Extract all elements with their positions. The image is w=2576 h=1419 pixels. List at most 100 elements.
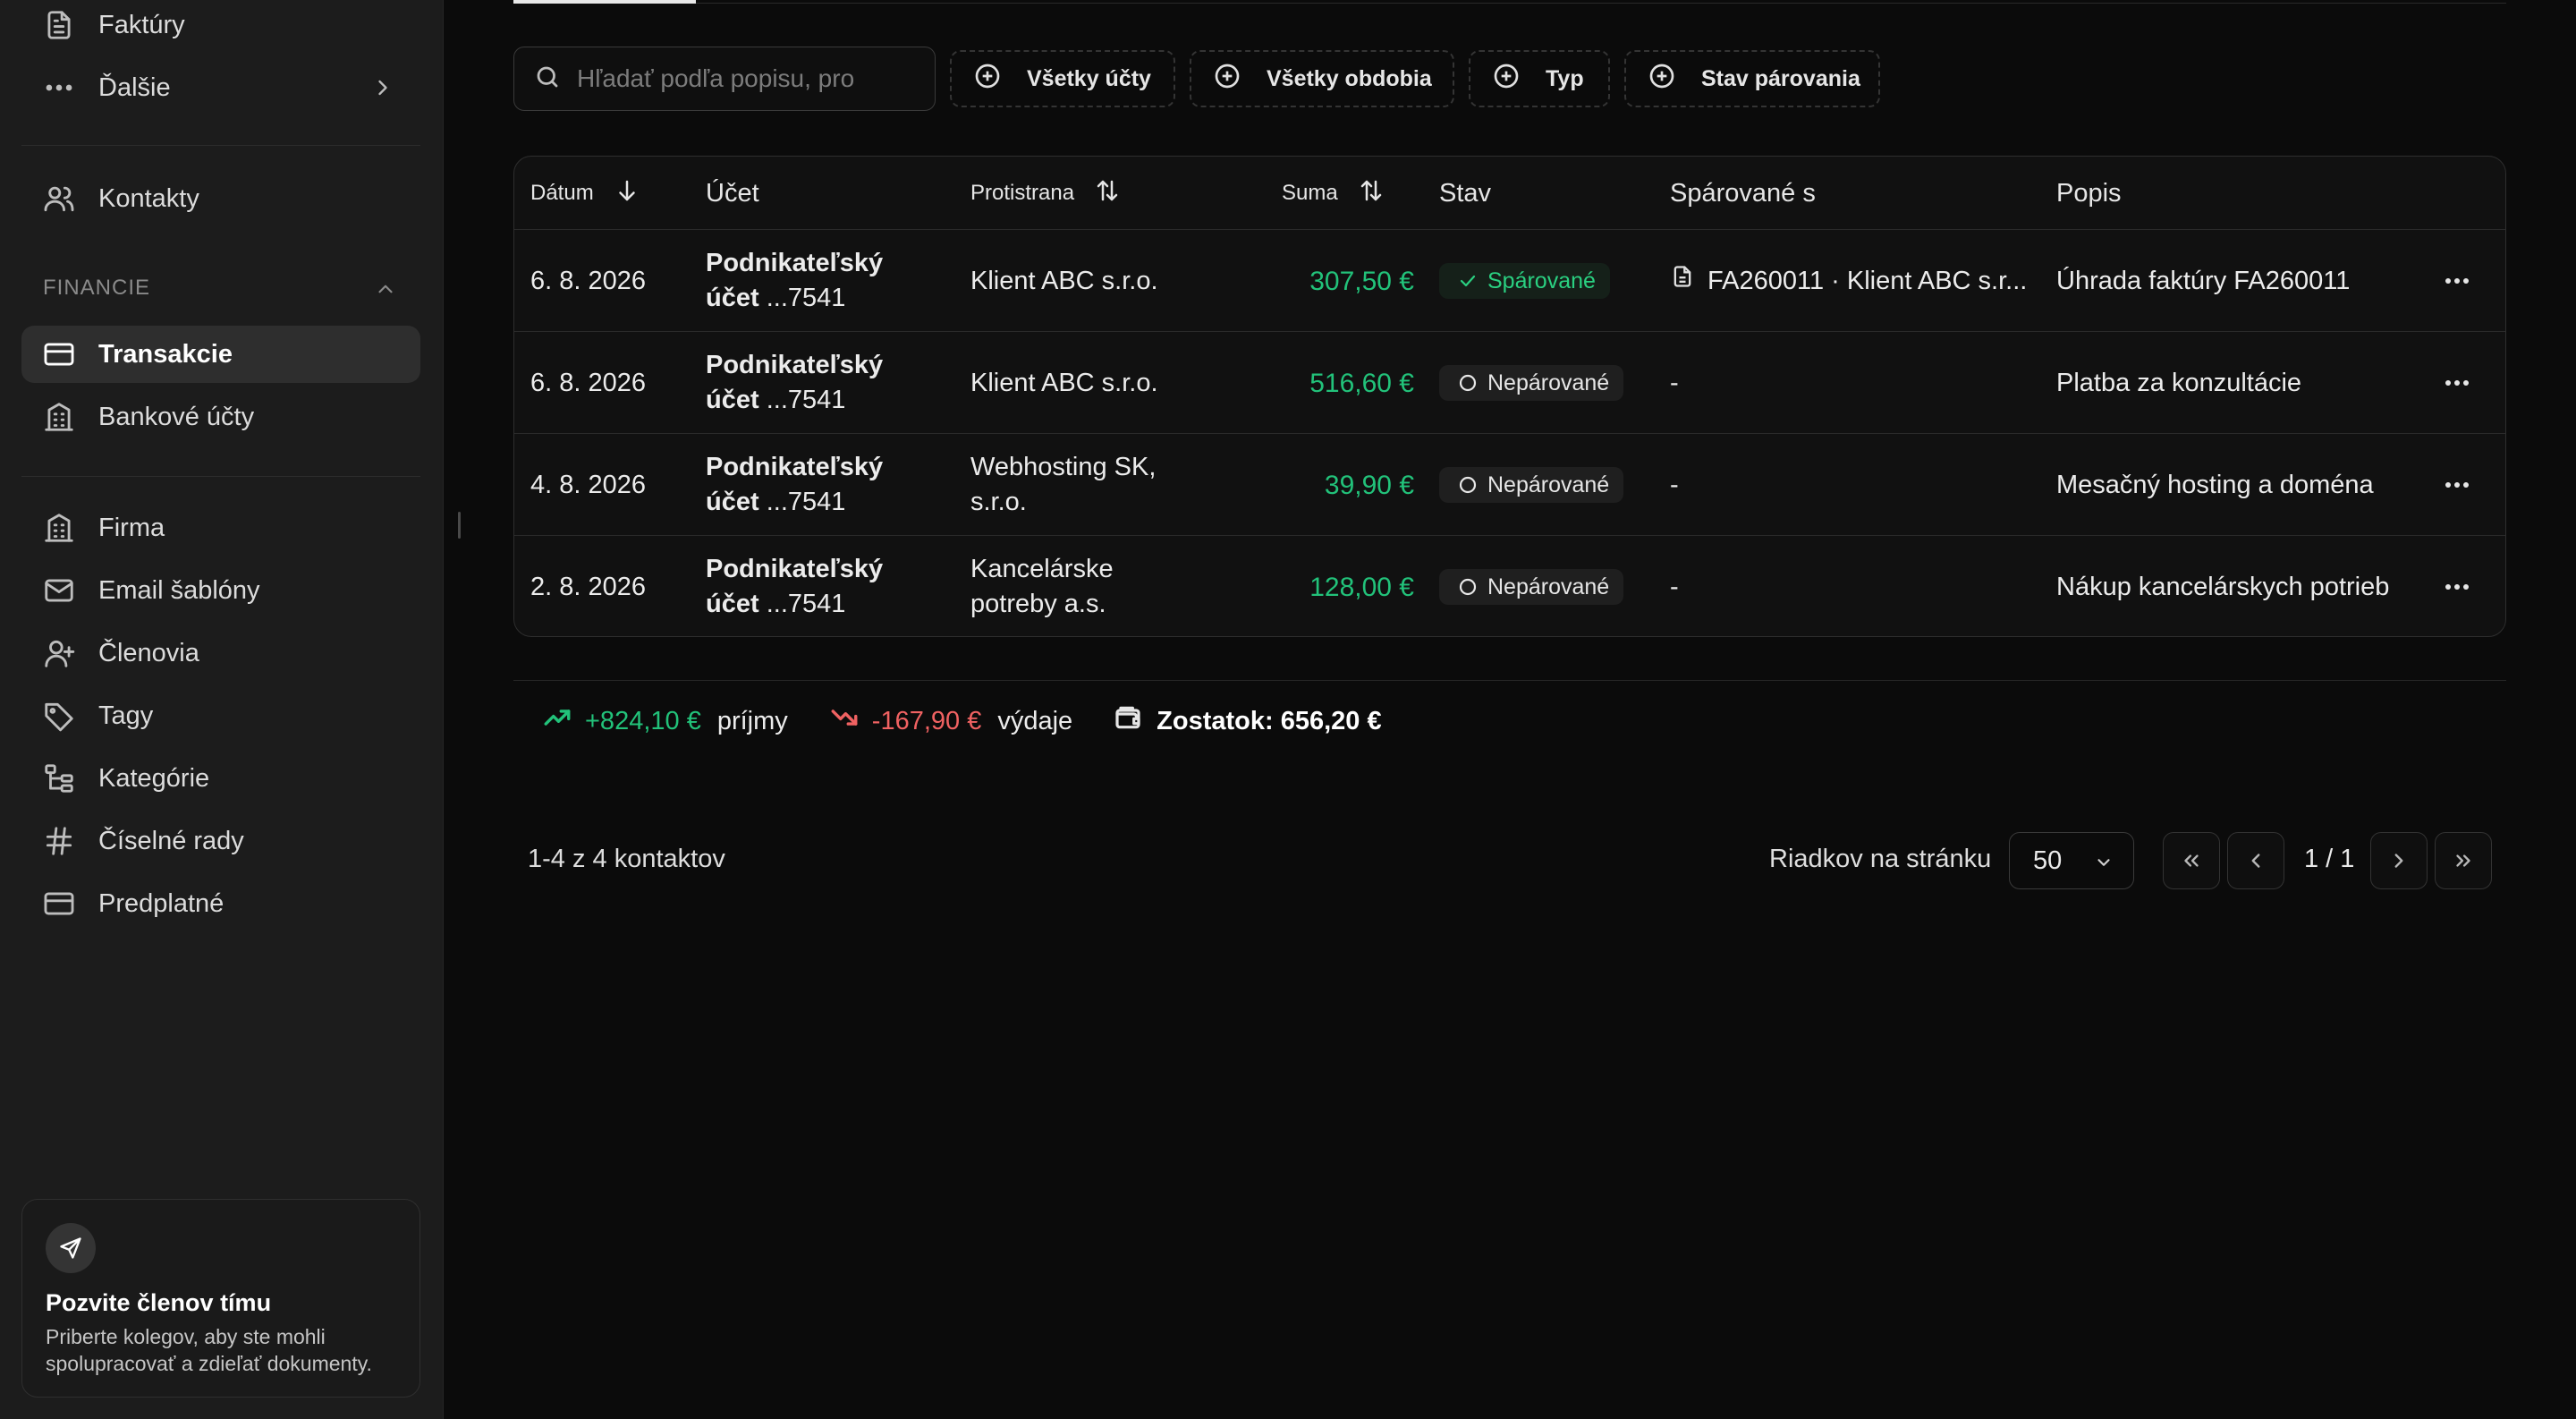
- sidebar-item-contacts[interactable]: Kontakty: [21, 170, 420, 227]
- sidebar: Faktúry Ďalšie Kontakty FINANCIE Transak…: [0, 0, 444, 1419]
- sidebar-item-company[interactable]: Firma: [21, 499, 420, 557]
- status-badge: Spárované: [1439, 263, 1610, 299]
- sidebar-item-label: Kategórie: [98, 763, 210, 793]
- chevrons-right-icon: [2456, 854, 2470, 867]
- sidebar-item-number-series[interactable]: Číselné rady: [21, 812, 420, 870]
- sidebar-item-members[interactable]: Členovia: [21, 625, 420, 682]
- sidebar-item-label: Faktúry: [98, 10, 185, 39]
- sidebar-item-label: Email šablóny: [98, 575, 260, 605]
- sidebar-item-label: Bankové účty: [98, 402, 255, 431]
- circle-icon: [1459, 578, 1477, 596]
- last-page-button[interactable]: [2435, 832, 2492, 889]
- first-page-button[interactable]: [2163, 832, 2220, 889]
- cell-date: 6. 8. 2026: [530, 266, 646, 295]
- sidebar-item-tags[interactable]: Tagy: [21, 687, 420, 744]
- tag-icon: [41, 698, 77, 734]
- account-number: ...7541: [766, 284, 846, 312]
- account-name: Podnikateľský: [706, 453, 884, 481]
- cell-counterparty: Klient ABC s.r.o.: [970, 368, 1158, 397]
- cell-counterparty: Klient ABC s.r.o.: [970, 266, 1158, 295]
- sidebar-item-label: Transakcie: [98, 339, 233, 369]
- matched-document-link[interactable]: FA260011 · Klient ABC s.r...: [1707, 264, 2027, 299]
- chevron-right-icon: [370, 75, 395, 107]
- status-label: Spárované: [1487, 268, 1596, 293]
- account-name: Podnikateľský: [706, 351, 884, 379]
- invite-team-card[interactable]: Pozvite členov tímu Priberte kolegov, ab…: [21, 1199, 420, 1398]
- sidebar-divider: [21, 476, 420, 477]
- cell-amount: 128,00 €: [1309, 572, 1414, 602]
- row-actions-icon[interactable]: [2441, 573, 2473, 601]
- column-label: Účet: [706, 178, 759, 208]
- chevron-up-icon[interactable]: [374, 277, 397, 305]
- users-icon: [41, 181, 77, 217]
- row-actions-icon[interactable]: [2441, 369, 2473, 397]
- invite-title: Pozvite členov tímu: [46, 1289, 272, 1316]
- cell-matched-with: -: [1670, 368, 1679, 397]
- column-label: Protistrana: [970, 181, 1075, 205]
- sidebar-resize-handle[interactable]: [458, 512, 461, 539]
- table-row[interactable]: 6. 8. 2026 Podnikateľský účet ...7541 Kli…: [514, 332, 2505, 434]
- sidebar-item-transactions[interactable]: Transakcie: [21, 326, 420, 383]
- sidebar-item-bank-accounts[interactable]: Bankové účty: [21, 388, 420, 446]
- search-box[interactable]: [513, 47, 936, 111]
- table-row[interactable]: 2. 8. 2026 Podnikateľský účet ...7541 Kan…: [514, 536, 2505, 636]
- account-label: účet: [706, 488, 759, 516]
- row-actions-icon[interactable]: [2441, 267, 2473, 295]
- search-input[interactable]: [577, 64, 917, 93]
- document-icon: [41, 7, 77, 43]
- cell-matched-with[interactable]: FA260011 · Klient ABC s.r...: [1670, 230, 2028, 332]
- cell-account: Podnikateľský účet ...7541: [706, 332, 911, 434]
- filter-accounts-button[interactable]: Všetky účty: [950, 50, 1175, 107]
- table-row[interactable]: 6. 8. 2026 Podnikateľský účet ...7541 Kli…: [514, 230, 2505, 332]
- rows-per-page-select[interactable]: 50: [2009, 832, 2134, 889]
- app-root: Faktúry Ďalšie Kontakty FINANCIE Transak…: [0, 0, 2576, 1419]
- column-header-counterparty[interactable]: Protistrana: [970, 157, 1121, 230]
- filter-label: Typ: [1546, 65, 1584, 91]
- transactions-table: Dátum Účet Protistrana Suma Stav Spárova…: [513, 156, 2506, 637]
- column-header-date[interactable]: Dátum: [530, 157, 640, 230]
- filter-type-button[interactable]: Typ: [1469, 50, 1610, 107]
- plus-circle-icon: [952, 62, 1027, 97]
- sidebar-item-invoices[interactable]: Faktúry: [21, 0, 420, 54]
- chevron-left-icon: [2251, 854, 2260, 868]
- more-horizontal-icon: [41, 70, 77, 106]
- column-label: Stav: [1439, 178, 1492, 208]
- sidebar-item-email-templates[interactable]: Email šablóny: [21, 562, 420, 619]
- previous-page-button[interactable]: [2227, 832, 2284, 889]
- chevrons-left-icon: [2184, 854, 2199, 867]
- column-label: Spárované s: [1670, 178, 1816, 208]
- cell-account: Podnikateľský účet ...7541: [706, 434, 911, 536]
- filter-periods-button[interactable]: Všetky obdobia: [1190, 50, 1454, 107]
- cell-matched-with: -: [1670, 470, 1679, 499]
- search-icon: [514, 64, 561, 95]
- status-label: Nepárované: [1487, 472, 1610, 497]
- status-badge: Nepárované: [1439, 365, 1624, 401]
- circle-icon: [1459, 476, 1477, 494]
- mail-icon: [41, 573, 77, 608]
- account-name: Podnikateľský: [706, 249, 884, 277]
- table-row[interactable]: 4. 8. 2026 Podnikateľský účet ...7541 Web…: [514, 434, 2505, 536]
- totals-summary: +824,10 € príjmy -167,90 € výdaje Zostat…: [542, 703, 1382, 739]
- plus-circle-icon: [1470, 62, 1546, 97]
- sidebar-item-label: Ďalšie: [98, 72, 171, 102]
- sidebar-item-more[interactable]: Ďalšie: [21, 59, 420, 116]
- income-label: príjmy: [716, 706, 788, 735]
- sidebar-item-categories[interactable]: Kategórie: [21, 750, 420, 807]
- next-page-button[interactable]: [2370, 832, 2428, 889]
- sidebar-item-subscription[interactable]: Predplatné: [21, 875, 420, 932]
- row-actions-icon[interactable]: [2441, 471, 2473, 499]
- account-label: účet: [706, 386, 759, 414]
- filter-matching-status-button[interactable]: Stav párovania: [1624, 50, 1880, 107]
- column-header-status: Stav: [1439, 157, 1491, 230]
- circle-icon: [1459, 374, 1477, 392]
- cell-amount: 516,60 €: [1309, 368, 1414, 398]
- arrow-down-icon: [594, 177, 640, 210]
- column-label: Popis: [2056, 178, 2122, 208]
- trending-up-icon: [542, 702, 572, 740]
- hash-icon: [41, 823, 77, 859]
- sidebar-item-label: Tagy: [98, 701, 154, 730]
- cell-counterparty: Kancelárske potreby a.s.: [970, 555, 1114, 618]
- results-count: 1-4 z 4 kontaktov: [528, 845, 725, 873]
- column-label: Dátum: [530, 181, 594, 205]
- column-header-amount[interactable]: Suma: [1282, 157, 1385, 230]
